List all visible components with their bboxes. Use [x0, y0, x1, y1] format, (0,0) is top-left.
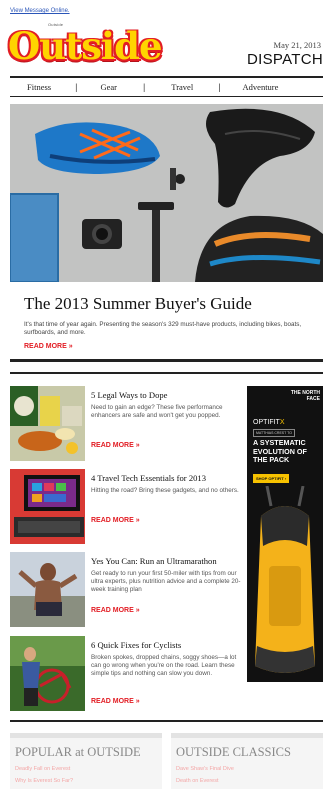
popular-link[interactable]: Deadly Fall on Everest [15, 766, 70, 772]
issue-date: May 21, 2013 [273, 40, 321, 50]
cyclist-repair-image [10, 636, 85, 711]
runner-image [10, 552, 85, 627]
ad-product-suffix: X [279, 419, 285, 426]
nav-separator: | [218, 82, 221, 92]
article-item: 5 Legal Ways to Dope Need to gain an edg… [10, 386, 240, 466]
nav-item-fitness[interactable]: Fitness [27, 82, 51, 92]
article-item: 4 Travel Tech Essentials for 2013 Hittin… [10, 469, 240, 549]
ad-athlete-tag: MATTHIAS CREST TO [253, 429, 295, 437]
gear-flatlay-illustration [10, 104, 323, 282]
feature-story: The 2013 Summer Buyer's Guide It's that … [10, 282, 323, 362]
ad-shop-button[interactable]: SHOP OPTIFIT › [253, 474, 290, 483]
article-read-more-link[interactable]: READ MORE » [91, 442, 140, 449]
article-thumbnail-tech[interactable] [10, 469, 85, 544]
classics-link[interactable]: Death on Everest [176, 778, 219, 784]
article-read-more-link[interactable]: READ MORE » [91, 607, 140, 614]
north-face-ad[interactable]: THE NORTH FACE OPTIFITX MATTHIAS CREST T… [247, 386, 323, 682]
article-title[interactable]: 6 Quick Fixes for Cyclists [91, 640, 181, 650]
main-nav: Fitness | Gear | Travel | Adventure [10, 76, 323, 97]
ad-product-name: OPTIFITX [253, 419, 285, 426]
nav-item-travel[interactable]: Travel [171, 82, 193, 92]
article-item: Yes You Can: Run an Ultramarathon Get re… [10, 552, 240, 632]
article-thumbnail-cyclist[interactable] [10, 636, 85, 711]
article-description: Need to gain an edge? These five perform… [91, 404, 223, 419]
article-title[interactable]: 4 Travel Tech Essentials for 2013 [91, 473, 206, 483]
popular-link[interactable]: Why Is Everest So Far? [15, 778, 73, 784]
north-face-logo: THE NORTH FACE [290, 390, 320, 402]
feature-read-more-link[interactable]: READ MORE » [24, 343, 73, 350]
logo-wordmark: Outside [8, 24, 163, 68]
feature-description: It's that time of year again. Presenting… [24, 321, 302, 336]
ad-product-prefix: OPTIFIT [253, 419, 280, 426]
article-read-more-link[interactable]: READ MORE » [91, 517, 140, 524]
article-read-more-link[interactable]: READ MORE » [91, 698, 140, 705]
tablet-keyboard-image [10, 469, 85, 544]
article-description: Hitting the road? Bring these gadgets, a… [91, 487, 239, 494]
supplements-image [10, 386, 85, 461]
hero-image[interactable] [10, 104, 323, 282]
nav-separator: | [75, 82, 78, 92]
ad-headline: A SYSTEMATIC EVOLUTION OF THE PACK [253, 438, 307, 465]
view-online-link[interactable]: View Message Online. [10, 8, 70, 14]
classics-title: OUTSIDE CLASSICS [176, 745, 291, 759]
nav-item-gear[interactable]: Gear [100, 82, 117, 92]
footer-divider [10, 720, 323, 722]
article-thumbnail-runner[interactable] [10, 552, 85, 627]
classics-link[interactable]: Dave Shaw's Final Dive [176, 766, 234, 772]
popular-title: POPULAR at OUTSIDE [15, 745, 141, 759]
article-title[interactable]: Yes You Can: Run an Ultramarathon [91, 556, 217, 566]
article-item: 6 Quick Fixes for Cyclists Broken spokes… [10, 636, 240, 716]
feature-title[interactable]: The 2013 Summer Buyer's Guide [24, 294, 252, 314]
backpack-image [255, 486, 315, 673]
nav-separator: | [142, 82, 146, 92]
newsletter-name: DISPATCH [246, 51, 323, 68]
nav-item-adventure[interactable]: Adventure [243, 82, 279, 92]
article-description: Get ready to run your first 50-miler wit… [91, 570, 241, 593]
article-description: Broken spokes, dropped chains, soggy sho… [91, 654, 237, 677]
outside-logo[interactable]: Outside Outside [8, 22, 168, 70]
article-title[interactable]: 5 Legal Ways to Dope [91, 390, 167, 400]
section-divider [10, 372, 323, 374]
classics-box: OUTSIDE CLASSICS Dave Shaw's Final Dive … [171, 733, 323, 789]
article-thumbnail-supplements[interactable] [10, 386, 85, 461]
popular-box: POPULAR at OUTSIDE Deadly Fall on Everes… [10, 733, 162, 789]
